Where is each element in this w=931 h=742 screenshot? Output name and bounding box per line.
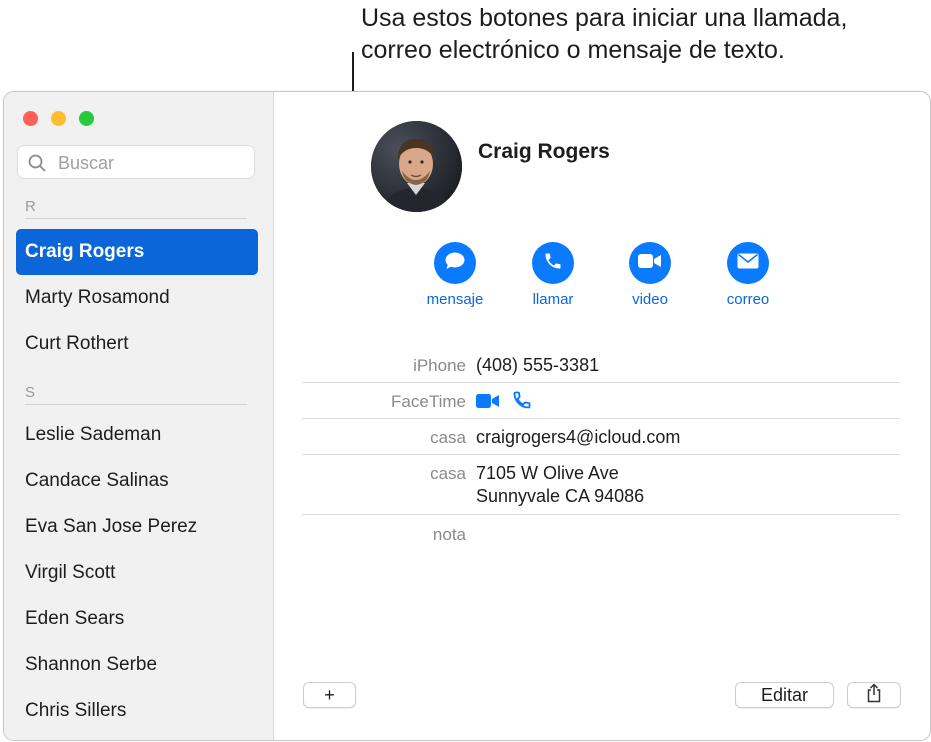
message-action-button[interactable]: mensaje bbox=[415, 242, 495, 308]
field-divider bbox=[302, 514, 900, 515]
sidebar: R Craig Rogers Marty Rosamond Curt Rothe… bbox=[4, 92, 274, 740]
zoom-window-button[interactable] bbox=[79, 111, 94, 126]
share-button[interactable] bbox=[847, 682, 901, 708]
field-divider bbox=[302, 454, 900, 455]
video-camera-icon bbox=[638, 253, 662, 274]
search-input[interactable] bbox=[56, 146, 250, 180]
search-icon bbox=[28, 154, 46, 177]
avatar bbox=[371, 121, 462, 212]
email-field-label: casa bbox=[430, 428, 466, 447]
note-field-label: nota bbox=[432, 525, 466, 544]
phone-icon bbox=[543, 251, 563, 276]
message-action-label: mensaje bbox=[426, 291, 484, 308]
contact-list-item-leslie-sademan[interactable]: Leslie Sademan bbox=[16, 412, 258, 458]
contact-list-item-virgil-scott[interactable]: Virgil Scott bbox=[16, 550, 258, 596]
mail-action-label: correo bbox=[726, 291, 770, 308]
envelope-icon bbox=[737, 253, 759, 274]
address-line-1: 7105 W Olive Ave bbox=[476, 463, 619, 483]
address-field-label: casa bbox=[430, 464, 466, 483]
call-action-label: llamar bbox=[532, 291, 574, 308]
facetime-field-value bbox=[476, 390, 532, 416]
facetime-field-label: FaceTime bbox=[391, 392, 466, 411]
section-header-s: S bbox=[25, 384, 36, 401]
contact-list-item-marty-rosamond[interactable]: Marty Rosamond bbox=[16, 275, 258, 321]
email-field-value[interactable]: craigrogers4@icloud.com bbox=[476, 426, 680, 449]
message-bubble-icon bbox=[444, 251, 466, 276]
phone-field-label: iPhone bbox=[413, 356, 466, 375]
mail-action-button[interactable]: correo bbox=[708, 242, 788, 308]
contact-detail-pane: Craig Rogers mensaje llamar video correo… bbox=[274, 92, 930, 740]
callout-line-1: Usa estos botones para iniciar una llama… bbox=[361, 4, 848, 32]
video-action-button[interactable]: video bbox=[610, 242, 690, 308]
section-divider bbox=[25, 404, 247, 405]
facetime-audio-icon[interactable] bbox=[512, 390, 532, 416]
close-window-button[interactable] bbox=[23, 111, 38, 126]
contact-list-item-shannon-serbe[interactable]: Shannon Serbe bbox=[16, 642, 258, 688]
search-field[interactable] bbox=[17, 145, 255, 180]
contact-list-item-eva-san-jose-perez[interactable]: Eva San Jose Perez bbox=[16, 504, 258, 550]
callout-text: Usa estos botones para iniciar una llama… bbox=[361, 2, 847, 66]
phone-field-value[interactable]: (408) 555-3381 bbox=[476, 354, 599, 377]
field-divider bbox=[302, 382, 900, 383]
contact-list-item-craig-rogers[interactable]: Craig Rogers bbox=[16, 229, 258, 275]
contact-name: Craig Rogers bbox=[478, 140, 610, 163]
edit-button[interactable]: Editar bbox=[735, 682, 834, 708]
facetime-video-icon[interactable] bbox=[476, 392, 500, 415]
callout-line-2: correo electrónico o mensaje de texto. bbox=[361, 36, 785, 64]
contact-list-item-eden-sears[interactable]: Eden Sears bbox=[16, 596, 258, 642]
contacts-window: R Craig Rogers Marty Rosamond Curt Rothe… bbox=[3, 91, 931, 741]
minimize-window-button[interactable] bbox=[51, 111, 66, 126]
address-field-value[interactable]: 7105 W Olive Ave Sunnyvale CA 94086 bbox=[476, 462, 644, 508]
address-line-2: Sunnyvale CA 94086 bbox=[476, 486, 645, 506]
contact-list-item-curt-rothert[interactable]: Curt Rothert bbox=[16, 321, 258, 367]
field-divider bbox=[302, 418, 900, 419]
contact-list-item-candace-salinas[interactable]: Candace Salinas bbox=[16, 458, 258, 504]
add-contact-button[interactable]: + bbox=[303, 682, 356, 708]
section-divider bbox=[25, 218, 247, 219]
call-action-button[interactable]: llamar bbox=[513, 242, 593, 308]
section-header-r: R bbox=[25, 198, 36, 215]
video-action-label: video bbox=[632, 291, 668, 308]
contact-list-item-chris-sillers[interactable]: Chris Sillers bbox=[16, 688, 258, 734]
share-icon bbox=[866, 682, 882, 708]
